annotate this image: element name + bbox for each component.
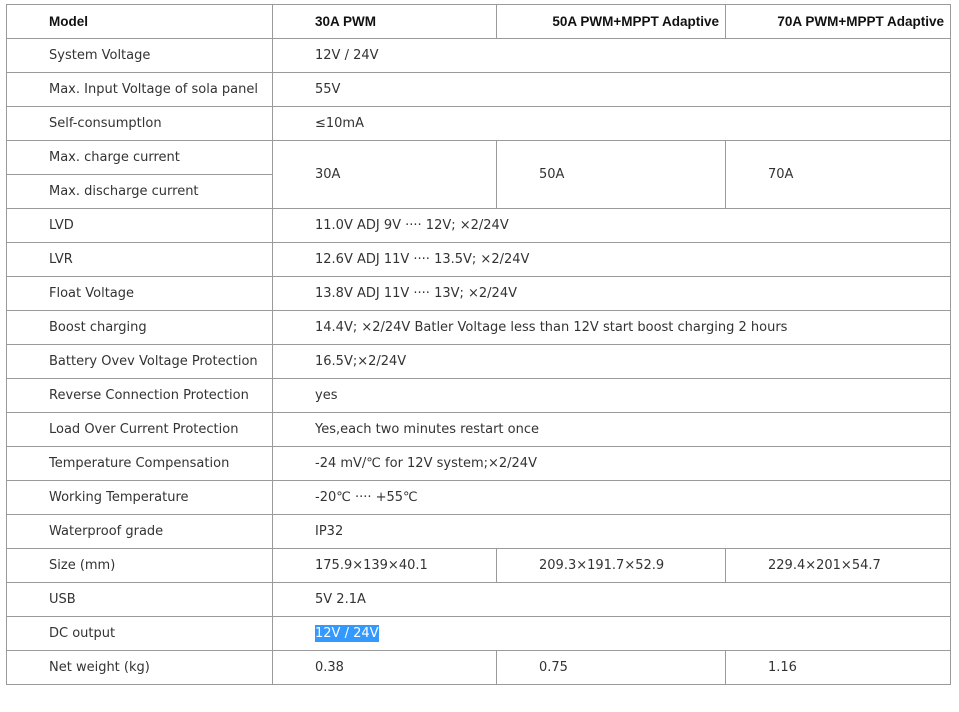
size-30a: 175.9×139×40.1 xyxy=(272,548,497,583)
selected-text[interactable]: 12V / 24V xyxy=(315,625,379,642)
table-row: Reverse Connection Protection yes xyxy=(6,378,951,413)
table-row: Net weight (kg) 0.38 0.75 1.16 xyxy=(6,650,951,685)
header-50a-mppt: 50A PWM+MPPT Adaptive xyxy=(496,4,726,39)
size-70a: 229.4×201×54.7 xyxy=(725,548,951,583)
row-label: Battery Ovev Voltage Protection xyxy=(6,344,273,379)
row-label: Reverse Connection Protection xyxy=(6,378,273,413)
weight-70a: 1.16 xyxy=(725,650,951,685)
row-label: System Voltage xyxy=(6,38,273,73)
table-row: System Voltage 12V / 24V xyxy=(6,38,951,73)
table-row: Size (mm) 175.9×139×40.1 209.3×191.7×52.… xyxy=(6,548,951,583)
row-label: Self-consumptlon xyxy=(6,106,273,141)
row-label: Boost charging xyxy=(6,310,273,345)
row-value: -24 mV/℃ for 12V system;×2/24V xyxy=(272,446,951,481)
row-value-cell: 12V / 24V xyxy=(272,616,951,651)
header-70a-mppt: 70A PWM+MPPT Adaptive xyxy=(725,4,951,39)
table-row: LVR 12.6V ADJ 11V ···· 13.5V; ×2/24V xyxy=(6,242,951,277)
table-row: Max. charge current 30A 50A 70A xyxy=(6,140,951,209)
row-value: 11.0V ADJ 9V ···· 12V; ×2/24V xyxy=(272,208,951,243)
header-model: Model xyxy=(6,4,273,39)
table-row: Battery Ovev Voltage Protection 16.5V;×2… xyxy=(6,344,951,379)
row-label: Waterproof grade xyxy=(6,514,273,549)
row-value: 13.8V ADJ 11V ···· 13V; ×2/24V xyxy=(272,276,951,311)
size-50a: 209.3×191.7×52.9 xyxy=(496,548,726,583)
table-row: LVD 11.0V ADJ 9V ···· 12V; ×2/24V xyxy=(6,208,951,243)
current-30a: 30A xyxy=(272,140,497,209)
row-value: 55V xyxy=(272,72,951,107)
row-value: 14.4V; ×2/24V Batler Voltage less than 1… xyxy=(272,310,951,345)
row-value: ≤10mA xyxy=(272,106,951,141)
header-30a-pwm: 30A PWM xyxy=(272,4,497,39)
table-row: Self-consumptlon ≤10mA xyxy=(6,106,951,141)
row-label: LVR xyxy=(6,242,273,277)
row-label: Max. Input Voltage of sola panel xyxy=(6,72,273,107)
row-label: Temperature Compensation xyxy=(6,446,273,481)
row-label: LVD xyxy=(6,208,273,243)
spec-table: Model 30A PWM 50A PWM+MPPT Adaptive 70A … xyxy=(6,4,951,685)
row-label: Load Over Current Protection xyxy=(6,412,273,447)
row-label: Net weight (kg) xyxy=(6,650,273,685)
table-row: Float Voltage 13.8V ADJ 11V ···· 13V; ×2… xyxy=(6,276,951,311)
current-70a: 70A xyxy=(725,140,951,209)
table-row: Temperature Compensation -24 mV/℃ for 12… xyxy=(6,446,951,481)
weight-30a: 0.38 xyxy=(272,650,497,685)
row-label: USB xyxy=(6,582,273,617)
table-header-row: Model 30A PWM 50A PWM+MPPT Adaptive 70A … xyxy=(6,4,951,39)
row-label: DC output xyxy=(6,616,273,651)
row-label: Max. discharge current xyxy=(6,174,273,209)
weight-50a: 0.75 xyxy=(496,650,726,685)
table-row: Boost charging 14.4V; ×2/24V Batler Volt… xyxy=(6,310,951,345)
row-label: Working Temperature xyxy=(6,480,273,515)
row-value: -20℃ ···· +55℃ xyxy=(272,480,951,515)
table-row: USB 5V 2.1A xyxy=(6,582,951,617)
table-row: Working Temperature -20℃ ···· +55℃ xyxy=(6,480,951,515)
row-value: yes xyxy=(272,378,951,413)
row-value: Yes,each two minutes restart once xyxy=(272,412,951,447)
row-value: 12.6V ADJ 11V ···· 13.5V; ×2/24V xyxy=(272,242,951,277)
row-label: Max. charge current xyxy=(6,140,273,175)
row-value: 5V 2.1A xyxy=(272,582,951,617)
row-value: 16.5V;×2/24V xyxy=(272,344,951,379)
row-label: Size (mm) xyxy=(6,548,273,583)
row-value: 12V / 24V xyxy=(272,38,951,73)
table-row: DC output 12V / 24V xyxy=(6,616,951,651)
table-row: Waterproof grade IP32 xyxy=(6,514,951,549)
table-row: Load Over Current Protection Yes,each tw… xyxy=(6,412,951,447)
row-label: Float Voltage xyxy=(6,276,273,311)
current-50a: 50A xyxy=(496,140,726,209)
table-row: Max. Input Voltage of sola panel 55V xyxy=(6,72,951,107)
row-value: IP32 xyxy=(272,514,951,549)
